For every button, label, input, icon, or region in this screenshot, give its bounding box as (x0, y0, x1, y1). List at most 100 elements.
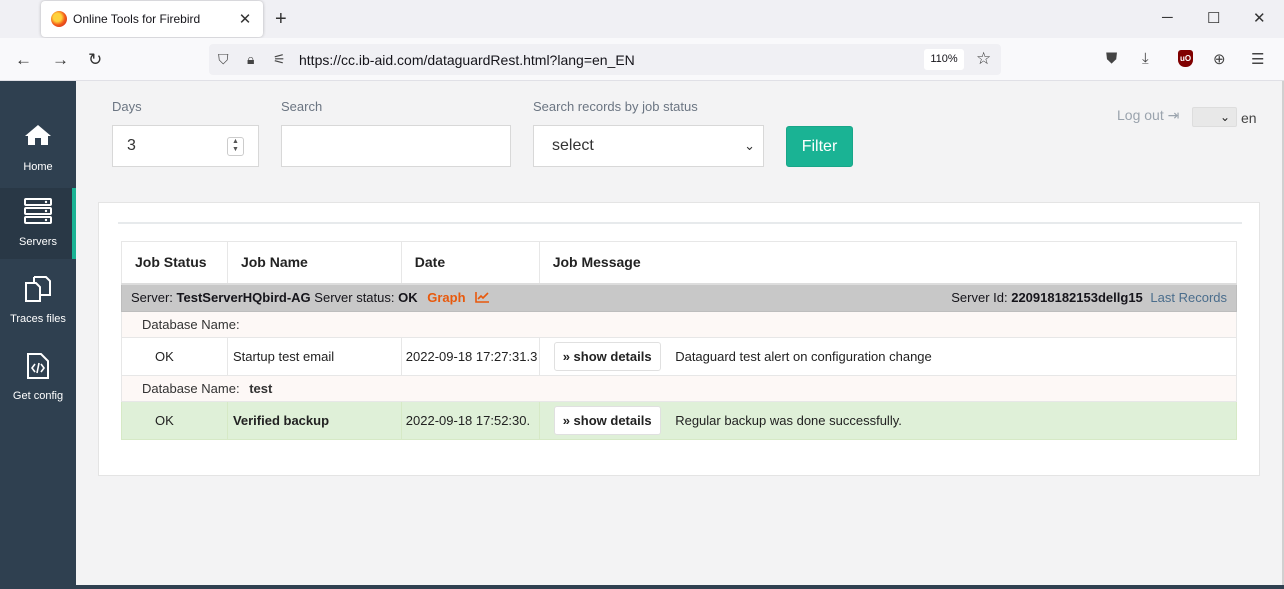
server-label: Server: (131, 290, 173, 306)
server-name: TestServerHQbird-AG (176, 290, 311, 306)
home-icon (0, 123, 76, 153)
show-details-label: show details (573, 413, 652, 428)
database-cell: Database Name: (121, 311, 1237, 338)
search-label: Search (281, 99, 323, 114)
days-value: 3 (127, 137, 136, 154)
database-row: Database Name: (121, 311, 1237, 338)
table-row: OK Startup test email 2022-09-18 17:27:3… (121, 337, 1238, 376)
new-tab-icon[interactable]: + (275, 8, 287, 31)
job-date: 2022-09-18 17:52:30. (400, 401, 540, 440)
status-select-value: select (552, 137, 594, 154)
chart-line-icon (475, 292, 490, 304)
column-header: Job Status (121, 241, 228, 285)
server-id-value: 220918182153dellg15 (1011, 290, 1143, 306)
logout-link[interactable]: Log out ⇥ (1117, 107, 1179, 124)
show-details-button[interactable]: » show details (553, 342, 661, 371)
server-status-label: Server status: (314, 290, 395, 306)
zoom-level[interactable]: 110% (924, 49, 964, 70)
database-label: Database Name: (142, 381, 240, 396)
bookmark-star-icon[interactable]: ☆ (976, 49, 991, 69)
graph-label: Graph (427, 290, 466, 306)
lock-icon[interactable]: 🔒︎ (247, 51, 254, 68)
url-bar[interactable]: ⛉ 🔒︎ ⚟ https://cc.ib-aid.com/dataguardRe… (209, 44, 1001, 75)
browser-tab[interactable]: Online Tools for Firebird ✕ (41, 1, 263, 37)
panel-divider (118, 222, 1242, 224)
column-header: Date (400, 241, 540, 285)
database-row: Database Name: test (121, 375, 1237, 402)
menu-icon[interactable]: ☰ (1251, 50, 1264, 68)
files-icon (0, 275, 76, 305)
reload-icon[interactable]: ↻ (88, 50, 102, 70)
server-status-value: OK (398, 290, 418, 306)
job-message: Regular backup was done successfully. (675, 413, 902, 428)
table-header-row: Job Status Job Name Date Job Message (121, 241, 1238, 285)
database-name: test (249, 381, 273, 396)
sidebar-item-label: Home (23, 161, 53, 173)
sidebar-item-label: Get config (12, 390, 64, 402)
back-icon[interactable]: ← (15, 50, 32, 70)
job-status: OK (121, 337, 228, 376)
ublock-icon[interactable]: uO (1178, 50, 1193, 67)
show-details-button[interactable]: » show details (553, 406, 661, 435)
chevron-down-icon: ⌄ (1219, 110, 1230, 124)
table-row: OK Verified backup 2022-09-18 17:52:30. … (121, 401, 1238, 440)
close-tab-icon[interactable]: ✕ (237, 10, 253, 28)
double-chevron-down-icon: » (562, 413, 570, 428)
sidebar-item-get-config[interactable]: Get config (0, 342, 76, 413)
globe-icon[interactable]: ⊕ (1213, 50, 1226, 68)
sidebar: Home Servers Traces files Get config (0, 81, 76, 589)
column-header: Job Name (226, 241, 402, 285)
job-date: 2022-09-18 17:27:31.3 (400, 337, 540, 376)
sidebar-item-traces-files[interactable]: Traces files (0, 265, 76, 336)
job-message-cell: » show details Regular backup was done s… (538, 401, 1238, 440)
jobs-table: Job Status Job Name Date Job Message Ser… (121, 241, 1238, 440)
language-label: en (1241, 110, 1257, 126)
column-header: Job Message (538, 241, 1238, 285)
code-file-icon (0, 352, 76, 382)
logout-label: Log out (1117, 107, 1164, 123)
job-status: OK (121, 401, 228, 440)
download-icon[interactable]: ⤓ (1142, 50, 1149, 67)
sidebar-item-servers[interactable]: Servers (0, 188, 76, 259)
browser-tab-bar: Online Tools for Firebird ✕ + ─ ☐ ✕ (0, 0, 1284, 38)
filter-button[interactable]: Filter (786, 126, 853, 167)
job-message-cell: » show details Dataguard test alert on c… (538, 337, 1238, 376)
sidebar-item-home[interactable]: Home (0, 113, 76, 184)
logout-icon: ⇥ (1167, 107, 1180, 123)
show-details-label: show details (573, 349, 652, 364)
job-message: Dataguard test alert on configuration ch… (675, 349, 932, 364)
database-cell: Database Name: test (121, 375, 1237, 402)
days-spinner[interactable]: ▲ ▼ (227, 137, 244, 156)
job-name: Startup test email (226, 337, 402, 376)
search-input[interactable] (281, 125, 511, 167)
maximize-icon[interactable]: ☐ (1207, 9, 1220, 27)
sidebar-item-label: Traces files (10, 313, 66, 325)
language-select[interactable]: ⌄ (1192, 107, 1237, 127)
tab-title: Online Tools for Firebird (73, 12, 201, 26)
job-name: Verified backup (226, 401, 402, 440)
url-text[interactable]: https://cc.ib-aid.com/dataguardRest.html… (299, 52, 635, 68)
servers-icon (0, 198, 76, 228)
graph-link[interactable]: Graph (427, 290, 490, 305)
permissions-icon[interactable]: ⚟ (273, 51, 286, 68)
last-records-link[interactable]: Last Records (1150, 290, 1227, 305)
shield-icon[interactable]: ⛉ (218, 51, 229, 68)
database-label: Database Name: (142, 317, 240, 332)
firefox-favicon-icon (51, 11, 67, 27)
status-select[interactable]: select ⌄ (533, 125, 764, 167)
chevron-down-icon: ⌄ (744, 138, 755, 153)
server-info: Server: TestServerHQbird-AG Server statu… (121, 283, 1237, 312)
bottom-bar (76, 585, 1284, 589)
forward-icon[interactable]: → (52, 50, 69, 70)
minimize-icon[interactable]: ─ (1162, 9, 1173, 26)
server-id-label: Server Id: (951, 290, 1008, 306)
server-row: Server: TestServerHQbird-AG Server statu… (121, 283, 1237, 312)
double-chevron-down-icon: » (562, 349, 570, 364)
close-window-icon[interactable]: ✕ (1253, 9, 1266, 27)
pocket-icon[interactable]: ⛊ (1106, 50, 1117, 67)
browser-nav-bar: ← → ↻ ⛉ 🔒︎ ⚟ https://cc.ib-aid.com/datag… (0, 38, 1284, 81)
sidebar-item-label: Servers (19, 236, 57, 248)
status-label: Search records by job status (533, 99, 698, 114)
days-label: Days (112, 99, 142, 114)
days-input[interactable]: 3 ▲ ▼ (112, 125, 259, 167)
